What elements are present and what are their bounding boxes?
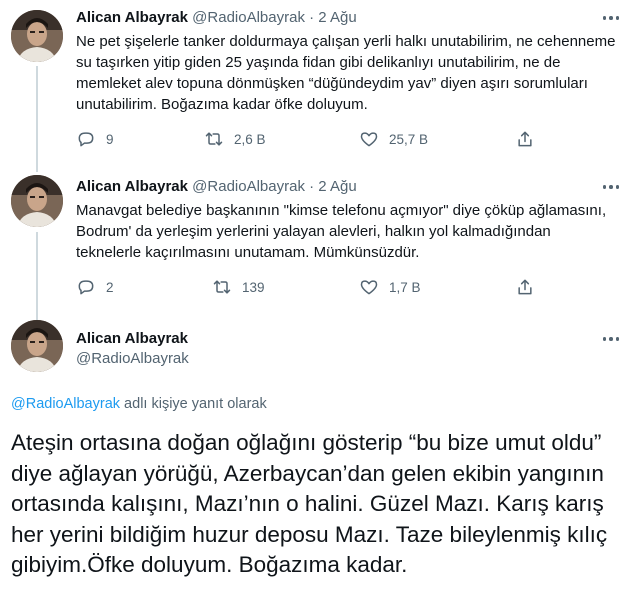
- share-icon: [518, 279, 532, 295]
- like-icon: [360, 280, 378, 295]
- avatar-image: [11, 10, 63, 62]
- like-button[interactable]: 25,7 B: [359, 129, 428, 149]
- tweet-actions: 2 139 1,7 B: [76, 277, 546, 299]
- author-name[interactable]: Alican Albayrak: [76, 9, 188, 26]
- retweet-icon: [213, 280, 231, 294]
- tweet-actions: 9 2,6 B 25,7 B: [76, 129, 546, 151]
- tweet-date[interactable]: 2 Ağu: [318, 9, 356, 26]
- like-count: 1,7 B: [389, 279, 421, 295]
- tweet-date[interactable]: 2 Ağu: [318, 178, 356, 195]
- more-icon[interactable]: [601, 330, 621, 348]
- share-button[interactable]: [515, 277, 535, 297]
- share-icon: [518, 131, 532, 147]
- separator-dot: ·: [309, 9, 315, 26]
- avatar[interactable]: [11, 320, 63, 372]
- tweet[interactable]: Alican Albayrak @RadioAlbayrak · 2 Ağu N…: [0, 0, 635, 165]
- avatar-image: [11, 320, 63, 372]
- reply-mention-link[interactable]: @RadioAlbayrak: [11, 396, 120, 412]
- tweet-text: Manavgat belediye başkanının "kimse tele…: [76, 202, 607, 261]
- author-handle[interactable]: @RadioAlbayrak: [76, 350, 189, 367]
- reply-icon: [78, 280, 94, 295]
- share-button[interactable]: [515, 129, 535, 149]
- focused-tweet-text: Ateşin ortasına doğan oğlağını gösterip …: [11, 430, 608, 577]
- author-name[interactable]: Alican Albayrak: [76, 330, 188, 347]
- reply-button[interactable]: 9: [76, 129, 114, 149]
- reply-button[interactable]: 2: [76, 277, 114, 297]
- retweet-count: 139: [242, 279, 265, 295]
- retweet-button[interactable]: 2,6 B: [204, 129, 266, 149]
- author-handle[interactable]: @RadioAlbayrak: [192, 9, 305, 26]
- reply-count: 9: [106, 131, 114, 147]
- tweet[interactable]: Alican Albayrak @RadioAlbayrak · 2 Ağu M…: [0, 165, 635, 310]
- like-icon: [360, 132, 378, 147]
- reply-count: 2: [106, 279, 114, 295]
- avatar-image: [11, 175, 63, 227]
- separator-dot: ·: [309, 178, 315, 195]
- avatar[interactable]: [11, 175, 63, 227]
- more-icon[interactable]: [601, 178, 621, 196]
- retweet-icon: [205, 132, 223, 146]
- tweet-text: Ne pet şişelerle tanker doldurmaya çalış…: [76, 33, 616, 113]
- reply-context-label: adlı kişiye yanıt olarak: [120, 396, 267, 412]
- author-handle[interactable]: @RadioAlbayrak: [192, 178, 305, 195]
- like-button[interactable]: 1,7 B: [359, 277, 421, 297]
- reply-context: @RadioAlbayrak adlı kişiye yanıt olarak: [11, 396, 267, 412]
- reply-icon: [78, 132, 94, 147]
- more-icon[interactable]: [601, 9, 621, 27]
- avatar[interactable]: [11, 10, 63, 62]
- author-name[interactable]: Alican Albayrak: [76, 178, 188, 195]
- retweet-count: 2,6 B: [234, 131, 266, 147]
- like-count: 25,7 B: [389, 131, 429, 147]
- retweet-button[interactable]: 139: [212, 277, 265, 297]
